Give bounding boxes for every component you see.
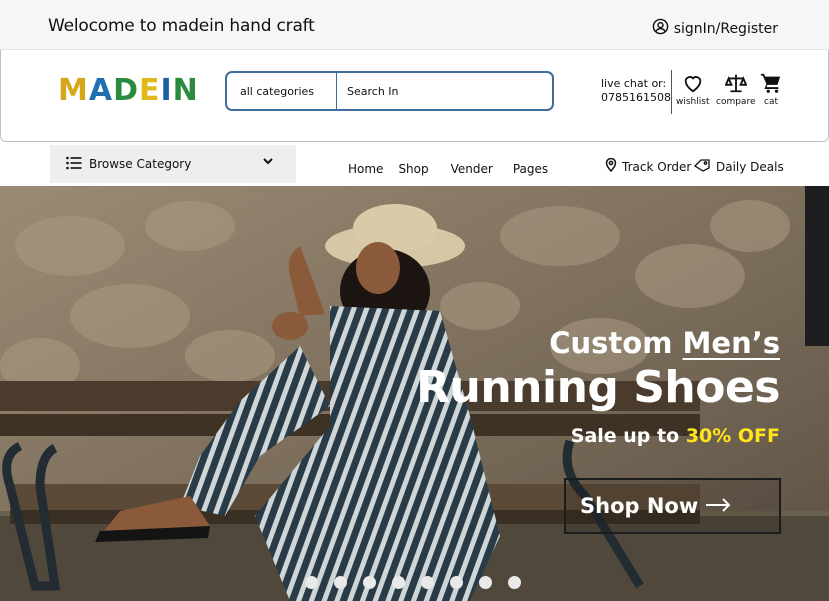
- daily-deals-label: Daily Deals: [716, 159, 784, 174]
- carousel-dot[interactable]: [421, 576, 434, 589]
- wishlist-button[interactable]: wishlist: [676, 72, 709, 107]
- list-icon: [66, 156, 82, 173]
- carousel-dot[interactable]: [450, 576, 463, 589]
- cart-icon: [760, 72, 782, 97]
- hero-subtitle-highlight: Men’s: [682, 326, 780, 360]
- top-bar: Welocome to madein hand craft signIn/Reg…: [0, 0, 829, 50]
- madein-logo[interactable]: MADEIN: [58, 74, 199, 108]
- carousel-dots: [305, 576, 537, 589]
- sale-percent: 30% OFF: [685, 425, 780, 447]
- cart-label: cat: [764, 97, 778, 107]
- chevron-down-icon: [262, 155, 274, 170]
- hero-subtitle-prefix: Custom: [549, 326, 673, 360]
- shop-now-label: Shop Now: [580, 494, 699, 518]
- track-order-label: Track Order: [622, 159, 692, 174]
- nav-home[interactable]: Home: [348, 162, 383, 176]
- hero-banner: Custom Men’s Running Shoes Sale up to 30…: [0, 186, 829, 601]
- carousel-dot[interactable]: [363, 576, 376, 589]
- signin-label: signIn/Register: [673, 20, 778, 37]
- main-nav: Home Shop Vender Pages: [348, 162, 548, 176]
- category-select[interactable]: all categories: [227, 73, 337, 109]
- welcome-text: Welocome to madein hand craft: [48, 16, 315, 36]
- scale-icon: [724, 72, 748, 97]
- hero-sale-text: Sale up to 30% OFF: [571, 425, 780, 447]
- shop-now-button[interactable]: Shop Now: [564, 478, 781, 534]
- search-input[interactable]: [337, 73, 552, 109]
- browse-category-label: Browse Category: [89, 157, 192, 171]
- tag-icon: [693, 158, 711, 175]
- location-pin-icon: [605, 157, 617, 175]
- main-header: MADEIN all categories live chat or: 0785…: [0, 50, 829, 142]
- live-chat-info: live chat or: 0785161508: [601, 77, 671, 105]
- header-divider: [671, 70, 672, 114]
- search-bar: all categories: [225, 71, 554, 111]
- signin-register-link[interactable]: signIn/Register: [652, 18, 778, 39]
- sale-prefix: Sale up to: [570, 425, 680, 447]
- carousel-dot[interactable]: [334, 576, 347, 589]
- compare-button[interactable]: compare: [716, 72, 756, 107]
- carousel-dot[interactable]: [479, 576, 492, 589]
- nav-vender[interactable]: Vender: [451, 162, 493, 176]
- carousel-dot[interactable]: [305, 576, 318, 589]
- cart-button[interactable]: cat: [760, 72, 782, 107]
- compare-label: compare: [716, 97, 756, 107]
- browse-category-dropdown[interactable]: Browse Category: [50, 145, 296, 183]
- track-order-link[interactable]: Track Order: [605, 157, 692, 175]
- wishlist-label: wishlist: [676, 97, 710, 107]
- nav-pages[interactable]: Pages: [513, 162, 548, 176]
- nav-shop[interactable]: Shop: [398, 162, 428, 176]
- heart-icon: [682, 72, 704, 97]
- phone-number[interactable]: 0785161508: [601, 91, 671, 105]
- live-chat-label: live chat or:: [601, 77, 667, 90]
- user-circle-icon: [652, 18, 669, 39]
- daily-deals-link[interactable]: Daily Deals: [693, 158, 784, 175]
- carousel-dot[interactable]: [508, 576, 521, 589]
- hero-subtitle: Custom Men’s: [549, 326, 780, 360]
- hero-title: Running Shoes: [416, 362, 780, 413]
- carousel-dot[interactable]: [392, 576, 405, 589]
